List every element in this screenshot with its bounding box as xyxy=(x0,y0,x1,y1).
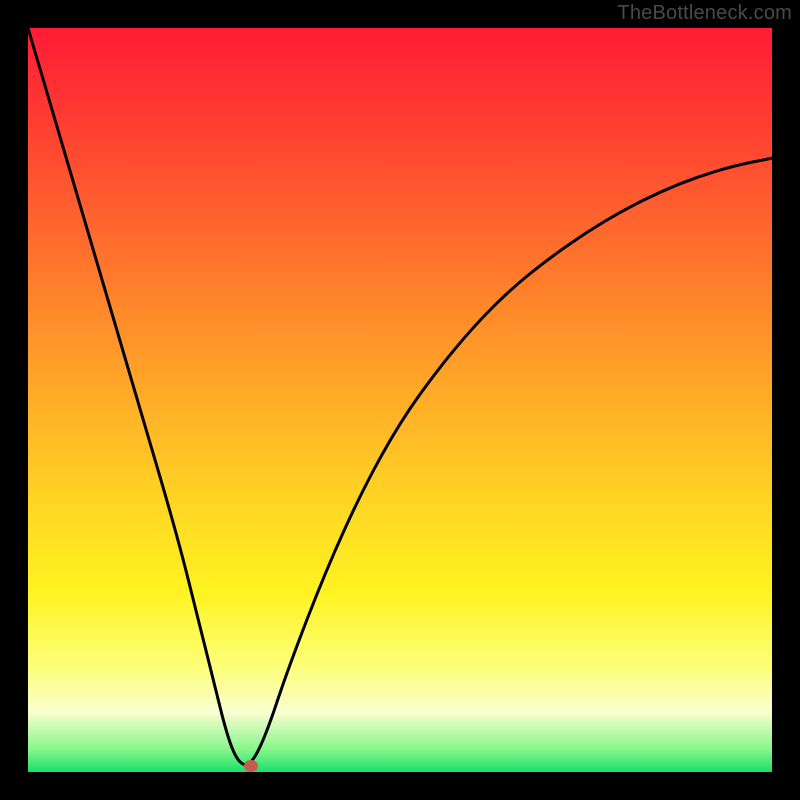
plot-area xyxy=(28,28,772,772)
bottleneck-curve xyxy=(28,28,772,772)
chart-frame: TheBottleneck.com xyxy=(0,0,800,800)
attribution-label: TheBottleneck.com xyxy=(617,2,792,25)
optimal-point-marker xyxy=(244,760,258,772)
